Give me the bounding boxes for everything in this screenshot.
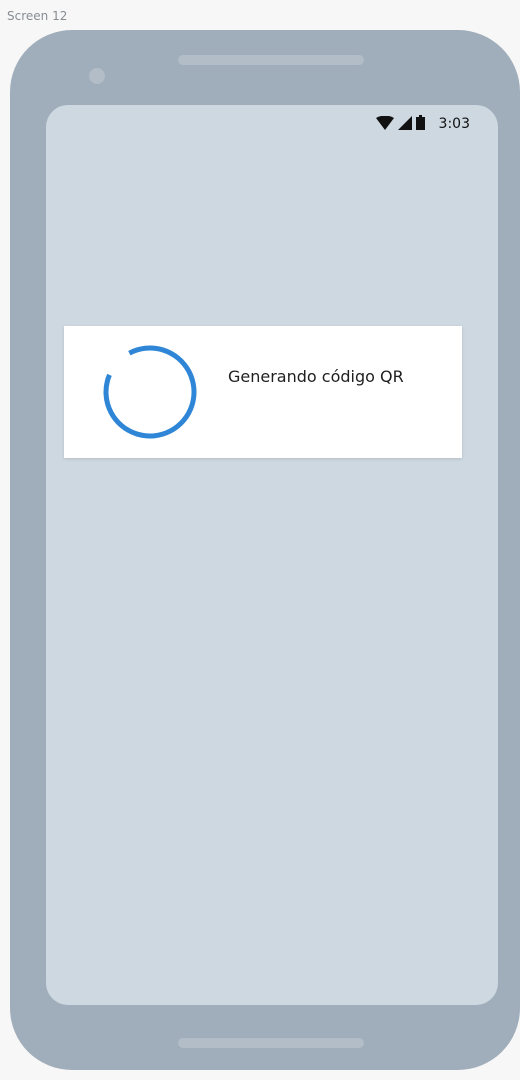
clock: 3:03	[438, 116, 470, 132]
battery-icon	[415, 114, 425, 134]
device-frame: 3:03 Generando código QR	[10, 30, 520, 1070]
progress-dialog: Generando código QR	[64, 326, 462, 458]
top-speaker	[178, 55, 364, 65]
screen-label: Screen 12	[7, 9, 68, 23]
device-screen: 3:03 Generando código QR	[46, 105, 498, 1005]
front-camera	[89, 68, 105, 84]
progress-message: Generando código QR	[228, 367, 404, 386]
progress-spinner-icon	[103, 345, 197, 439]
cell-signal-icon	[397, 115, 412, 134]
status-bar: 3:03	[375, 113, 470, 135]
bottom-speaker	[178, 1038, 364, 1048]
wifi-icon	[375, 115, 394, 134]
